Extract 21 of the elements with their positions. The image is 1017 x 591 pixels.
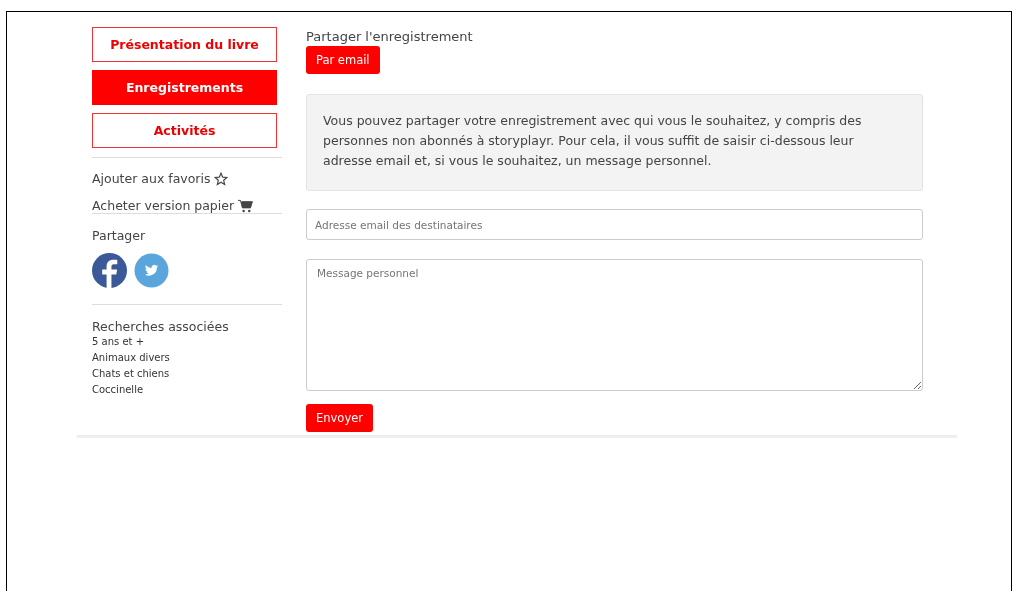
send-button[interactable]: Envoyer xyxy=(306,404,373,432)
info-text: Vous pouvez partager votre enregistrement avec qui vous le souhaitez, y compris des personnes non abonnés à storyplayr. Pour cela, il vous suffit de saisir ci-dessous leur adresse email et, si vous le souhaitez, un message personnel. xyxy=(306,94,923,191)
facebook-icon[interactable] xyxy=(92,253,127,288)
nav-tab[interactable]: Activités xyxy=(92,113,277,148)
nav-tab[interactable]: Enregistrements xyxy=(92,70,277,105)
section-title: Partager xyxy=(92,228,147,243)
related-link[interactable]: Chats et chiens xyxy=(92,366,277,382)
nav-tab[interactable]: Présentation du livre xyxy=(92,27,277,62)
star-icon xyxy=(214,171,229,186)
cart-icon xyxy=(238,198,254,213)
action-link[interactable]: Ajouter aux favoris xyxy=(92,171,211,186)
bird-icon[interactable] xyxy=(134,253,169,288)
share-title: Partager l'enregistrement xyxy=(306,29,473,44)
action-link[interactable]: Acheter version papier xyxy=(92,198,235,213)
related-link[interactable]: 5 ans et + xyxy=(92,334,277,350)
message-field[interactable]: Message personnel xyxy=(306,259,923,391)
email-button[interactable]: Par email xyxy=(306,46,380,74)
email-field[interactable]: Adresse email des destinataires xyxy=(306,209,923,240)
related-link[interactable]: Animaux divers xyxy=(92,350,277,366)
section-title: Recherches associées xyxy=(92,319,230,334)
related-link[interactable]: Coccinelle xyxy=(92,382,277,398)
